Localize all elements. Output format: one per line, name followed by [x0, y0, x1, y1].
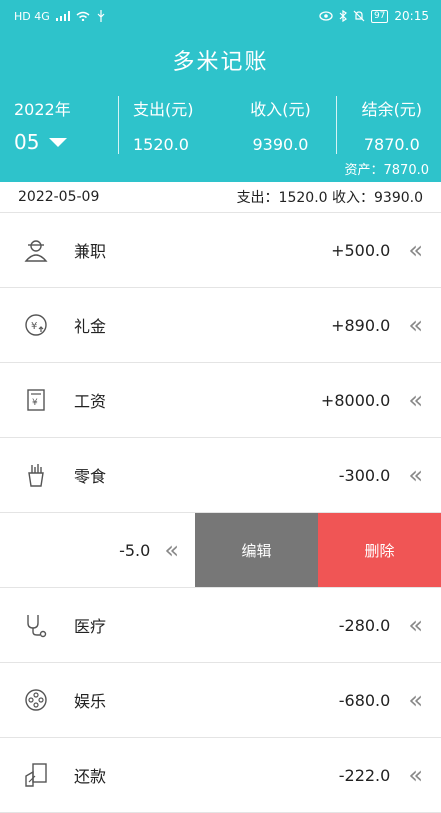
delete-button[interactable]: 删除 [318, 513, 441, 587]
swipe-chevron-icon[interactable]: « [164, 538, 179, 562]
record-name: 医疗 [74, 617, 107, 636]
record-amount: -300.0 [338, 465, 391, 485]
expense-summary: 支出(元) 1520.0 [125, 96, 231, 154]
signal-icon [55, 11, 70, 21]
expense-label: 支出(元) [133, 100, 194, 119]
entertainment-icon [22, 686, 50, 714]
swipe-chevron-icon[interactable]: « [408, 688, 423, 712]
clock: 20:15 [394, 9, 429, 23]
eye-icon [319, 11, 333, 21]
expense-value: 1520.0 [133, 135, 189, 154]
date-picker[interactable]: 2022年 05 [0, 96, 112, 154]
record-name: 还款 [74, 767, 107, 786]
divider [118, 96, 119, 154]
balance-summary: 结余(元) 7870.0 [343, 96, 441, 154]
record-amount: +8000.0 [320, 390, 391, 410]
balance-label: 结余(元) [361, 100, 423, 119]
mute-icon [353, 10, 365, 22]
record-amount: -680.0 [338, 690, 391, 710]
list-item-swiped[interactable]: -5.0 « 编辑 删除 [0, 513, 441, 588]
swipe-chevron-icon[interactable]: « [408, 238, 423, 262]
income-value: 9390.0 [252, 135, 309, 154]
income-summary: 收入(元) 9390.0 [231, 96, 329, 154]
assets-total: 资产：7870.0 [344, 163, 430, 178]
day-date: 2022-05-09 [18, 189, 100, 205]
list-item[interactable]: ¥ 工资 +8000.0 « [0, 363, 441, 438]
record-name: 礼金 [74, 317, 107, 336]
gift-money-icon: ¥ [22, 311, 50, 339]
record-name: 零食 [74, 467, 107, 486]
record-amount: -280.0 [338, 615, 391, 635]
list-item[interactable]: 兼职 +500.0 « [0, 213, 441, 288]
swipe-chevron-icon[interactable]: « [408, 388, 423, 412]
month-selector[interactable]: 05 [14, 130, 112, 154]
day-header: 2022-05-09 支出：1520.0 收入：9390.0 [0, 182, 441, 213]
app-title: 多米记账 [172, 50, 269, 75]
list-item[interactable]: 还款 -222.0 « [0, 738, 441, 813]
month-summary: 2022年 05 支出(元) 1520.0 收入(元) 9390.0 结余(元)… [0, 96, 441, 154]
record-name: 工资 [74, 392, 107, 411]
salary-icon: ¥ [22, 386, 50, 414]
swipe-chevron-icon[interactable]: « [408, 463, 423, 487]
record-name: 兼职 [74, 242, 107, 261]
network-indicator: HD 4G [14, 9, 50, 23]
record-amount: -5.0 [119, 540, 151, 560]
day-summary: 支出：1520.0 收入：9390.0 [236, 190, 423, 206]
month-label: 05 [14, 130, 40, 154]
battery-icon: 97 [370, 9, 389, 23]
repayment-icon [22, 761, 50, 789]
record-amount: +890.0 [331, 315, 391, 335]
status-bar: HD 4G 97 20:15 [0, 0, 441, 32]
dropdown-triangle-icon[interactable] [49, 137, 68, 147]
divider [335, 96, 337, 154]
svg-text:¥: ¥ [31, 321, 37, 332]
swipe-chevron-icon[interactable]: « [408, 613, 423, 637]
record-name: 娱乐 [74, 692, 107, 711]
edit-button[interactable]: 编辑 [195, 513, 318, 587]
year-label: 2022年 [14, 100, 71, 119]
swipe-chevron-icon[interactable]: « [408, 313, 423, 337]
bluetooth-icon [339, 10, 347, 22]
usb-icon [97, 10, 105, 22]
list-item[interactable]: ¥ 礼金 +890.0 « [0, 288, 441, 363]
part-time-icon [22, 236, 50, 264]
swipe-chevron-icon[interactable]: « [408, 763, 423, 787]
list-item[interactable]: 娱乐 -680.0 « [0, 663, 441, 738]
wifi-icon [76, 11, 90, 21]
list-item[interactable]: 医疗 -280.0 « [0, 588, 441, 663]
balance-value: 7870.0 [363, 135, 420, 154]
snack-icon [22, 461, 50, 489]
list-item[interactable]: 零食 -300.0 « [0, 438, 441, 513]
income-label: 收入(元) [250, 100, 311, 119]
header: HD 4G 97 20:15 多米记账 2022年 05 支出(元) 1520.… [0, 0, 441, 182]
medical-icon [22, 611, 50, 639]
svg-text:¥: ¥ [32, 398, 38, 408]
record-amount: -222.0 [338, 765, 391, 785]
record-amount: +500.0 [331, 240, 391, 260]
